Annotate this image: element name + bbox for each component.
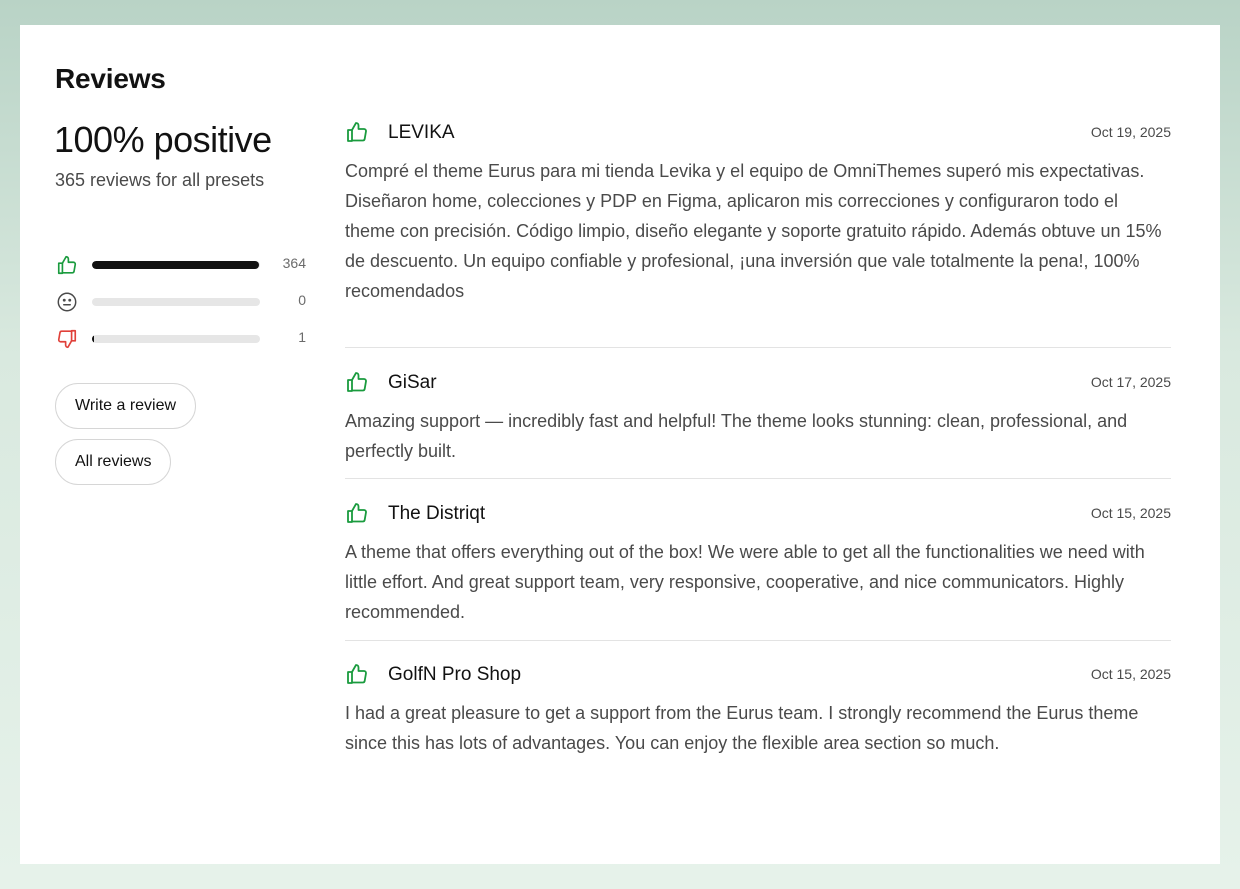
review-date: Oct 17, 2025 bbox=[1090, 374, 1171, 390]
review-item: LEVIKA Oct 19, 2025 Compré el theme Euru… bbox=[345, 122, 1171, 306]
review-item: The Distriqt Oct 15, 2025 A theme that o… bbox=[345, 503, 1171, 627]
review-item: GolfN Pro Shop Oct 15, 2025 I had a grea… bbox=[345, 664, 1171, 758]
rating-count-neutral: 0 bbox=[298, 292, 306, 308]
all-reviews-button[interactable]: All reviews bbox=[55, 439, 172, 485]
thumbs-down-icon bbox=[56, 328, 78, 350]
review-author: The Distriqt bbox=[388, 503, 486, 524]
rating-count-negative: 1 bbox=[298, 329, 306, 345]
rating-bar-track-negative bbox=[92, 335, 260, 343]
rating-bar-track-neutral bbox=[92, 298, 260, 306]
section-title: Reviews bbox=[55, 63, 166, 94]
rating-bar-neutral: 0 bbox=[56, 291, 306, 313]
review-divider bbox=[345, 347, 1171, 348]
summary-subtext: 365 reviews for all presets bbox=[55, 170, 265, 190]
review-author: GiSar bbox=[388, 372, 437, 393]
thumbs-up-icon bbox=[347, 503, 367, 523]
rating-bar-negative: 1 bbox=[56, 328, 306, 350]
neutral-face-icon bbox=[56, 291, 78, 313]
thumbs-up-icon bbox=[347, 664, 367, 684]
review-date: Oct 15, 2025 bbox=[1090, 505, 1171, 521]
review-author: LEVIKA bbox=[388, 122, 455, 143]
rating-bar-track-positive bbox=[92, 261, 260, 269]
rating-count-positive: 364 bbox=[282, 255, 306, 271]
review-divider bbox=[345, 478, 1171, 479]
rating-bar-positive: 364 bbox=[56, 254, 306, 276]
review-divider bbox=[345, 640, 1171, 641]
review-text: Compré el theme Eurus para mi tienda Lev… bbox=[345, 161, 1162, 301]
review-author: GolfN Pro Shop bbox=[388, 664, 522, 685]
review-text: Amazing support — incredibly fast and he… bbox=[345, 411, 1128, 461]
thumbs-up-icon bbox=[56, 254, 78, 276]
rating-bar-fill-negative bbox=[92, 335, 94, 343]
thumbs-up-icon bbox=[347, 372, 367, 392]
reviews-card: Reviews 100% positive 365 reviews for al… bbox=[20, 25, 1220, 864]
review-date: Oct 15, 2025 bbox=[1090, 666, 1171, 682]
review-date: Oct 19, 2025 bbox=[1090, 124, 1171, 140]
review-text: A theme that offers everything out of th… bbox=[345, 542, 1145, 622]
thumbs-up-icon bbox=[347, 122, 367, 142]
write-review-button[interactable]: Write a review bbox=[55, 383, 197, 429]
review-text: I had a great pleasure to get a support … bbox=[345, 703, 1139, 753]
review-item: GiSar Oct 17, 2025 Amazing support — inc… bbox=[345, 372, 1171, 466]
summary-headline: 100% positive bbox=[54, 119, 272, 160]
rating-bar-fill-positive bbox=[92, 261, 260, 269]
